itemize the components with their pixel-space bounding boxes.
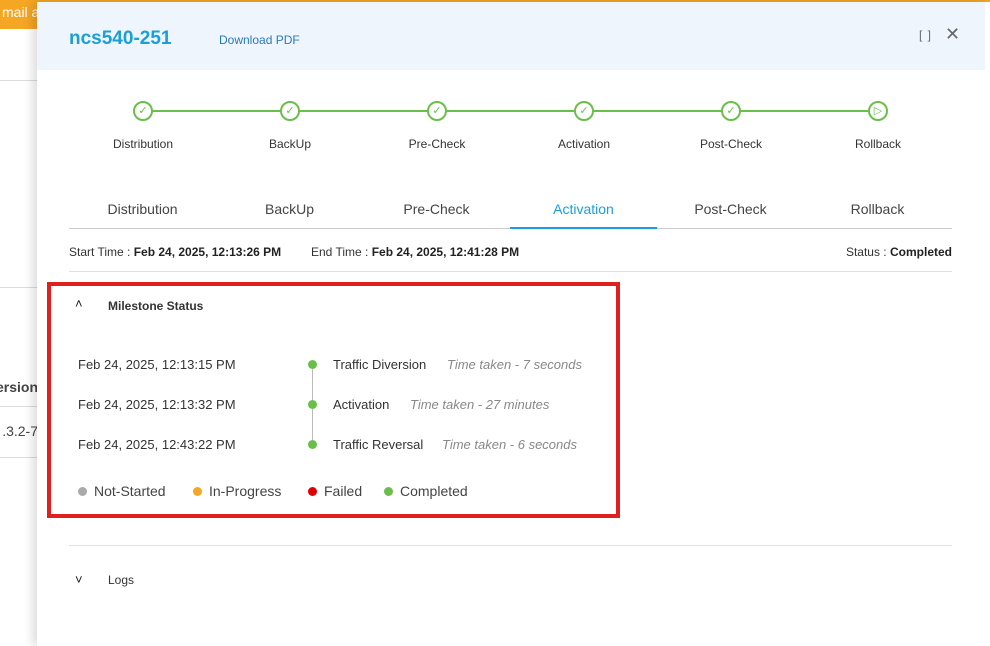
close-icon[interactable]: ✕ <box>945 24 960 45</box>
milestone-name: Traffic Diversion <box>333 357 427 372</box>
legend-dot-icon <box>193 486 202 496</box>
milestone-name: Traffic Reversal <box>333 437 424 452</box>
stepper-line <box>143 110 878 112</box>
step-label: Pre-Check <box>408 137 466 151</box>
bg-divider <box>0 80 40 81</box>
end-label: End Time : <box>311 245 369 259</box>
check-circle-icon: ✓ <box>427 101 447 121</box>
legend-item: Failed <box>308 483 362 499</box>
status-value: Completed <box>889 245 952 259</box>
step-label: Distribution <box>112 137 174 151</box>
bg-column-header: ersion <box>0 379 38 395</box>
skip-circle-icon: ▷ <box>868 101 888 121</box>
divider <box>69 545 952 546</box>
start-time: Start Time : Feb 24, 2025, 12:13:26 PM <box>69 245 281 259</box>
tab-distribution[interactable]: Distribution <box>69 201 216 229</box>
tab-pre-check[interactable]: Pre-Check <box>363 201 510 229</box>
tab-rollback[interactable]: Rollback <box>804 201 951 229</box>
device-title: ncs540-251 <box>69 28 172 49</box>
end-value: Feb 24, 2025, 12:41:28 PM <box>371 245 520 259</box>
check-circle-icon: ✓ <box>574 101 594 121</box>
milestone-date: Feb 24, 2025, 12:13:15 PM <box>78 357 236 372</box>
chevron-down-icon[interactable]: ˅ <box>75 572 83 587</box>
background-banner: mail a <box>0 0 40 29</box>
milestone-date: Feb 24, 2025, 12:13:32 PM <box>78 397 236 412</box>
legend-item: Not-Started <box>78 483 166 499</box>
legend-label: Failed <box>324 483 363 499</box>
step-label: Post-Check <box>699 137 763 151</box>
device-detail-panel: ncs540-251 Download PDF [ ] ✕ Start Time… <box>37 2 990 646</box>
bg-divider <box>0 406 40 407</box>
step-label: BackUp <box>268 137 312 151</box>
chevron-up-icon[interactable]: ˄ <box>75 296 83 311</box>
check-circle-icon: ✓ <box>721 101 741 121</box>
panel-header: ncs540-251 Download PDF [ ] ✕ <box>37 2 985 70</box>
expand-icon[interactable]: [ ] <box>919 28 932 42</box>
status-label: Status : <box>845 245 887 259</box>
download-pdf-link[interactable]: Download PDF <box>219 33 300 47</box>
bg-cell: 3.2-7. <box>2 423 38 439</box>
check-circle-icon: ✓ <box>280 101 300 121</box>
legend-label: Completed <box>400 483 468 499</box>
legend-dot-icon <box>78 486 87 496</box>
check-circle-icon: ✓ <box>133 101 153 121</box>
milestone-time-taken: Time taken - 6 seconds <box>442 437 578 452</box>
tab-backup[interactable]: BackUp <box>216 201 363 229</box>
tab-post-check[interactable]: Post-Check <box>657 201 804 229</box>
milestone-time-taken: Time taken - 27 minutes <box>410 397 550 412</box>
legend-label: In-Progress <box>209 483 282 499</box>
legend-dot-icon <box>384 486 393 496</box>
bg-divider <box>0 287 40 288</box>
bg-divider <box>0 457 40 458</box>
status-dot-icon <box>308 360 317 369</box>
divider <box>69 271 952 272</box>
milestone-name: Activation <box>333 397 390 412</box>
start-value: Feb 24, 2025, 12:13:26 PM <box>133 245 282 259</box>
milestone-date: Feb 24, 2025, 12:43:22 PM <box>78 437 236 452</box>
logs-toggle[interactable]: Logs <box>108 573 134 587</box>
legend-dot-icon <box>308 486 317 496</box>
milestone-time-taken: Time taken - 7 seconds <box>447 357 583 372</box>
step-label: Activation <box>557 137 611 151</box>
legend-label: Not-Started <box>94 483 166 499</box>
status-dot-icon <box>308 400 317 409</box>
tab-activation[interactable]: Activation <box>510 201 657 229</box>
start-label: Start Time : <box>69 245 131 259</box>
legend-item: Completed <box>384 483 468 499</box>
step-label: Rollback <box>854 137 902 151</box>
status: Status : Completed <box>846 245 952 259</box>
legend-item: In-Progress <box>193 483 281 499</box>
milestone-status-toggle[interactable]: Milestone Status <box>108 299 203 313</box>
status-dot-icon <box>308 440 317 449</box>
end-time: End Time : Feb 24, 2025, 12:41:28 PM <box>311 245 519 259</box>
